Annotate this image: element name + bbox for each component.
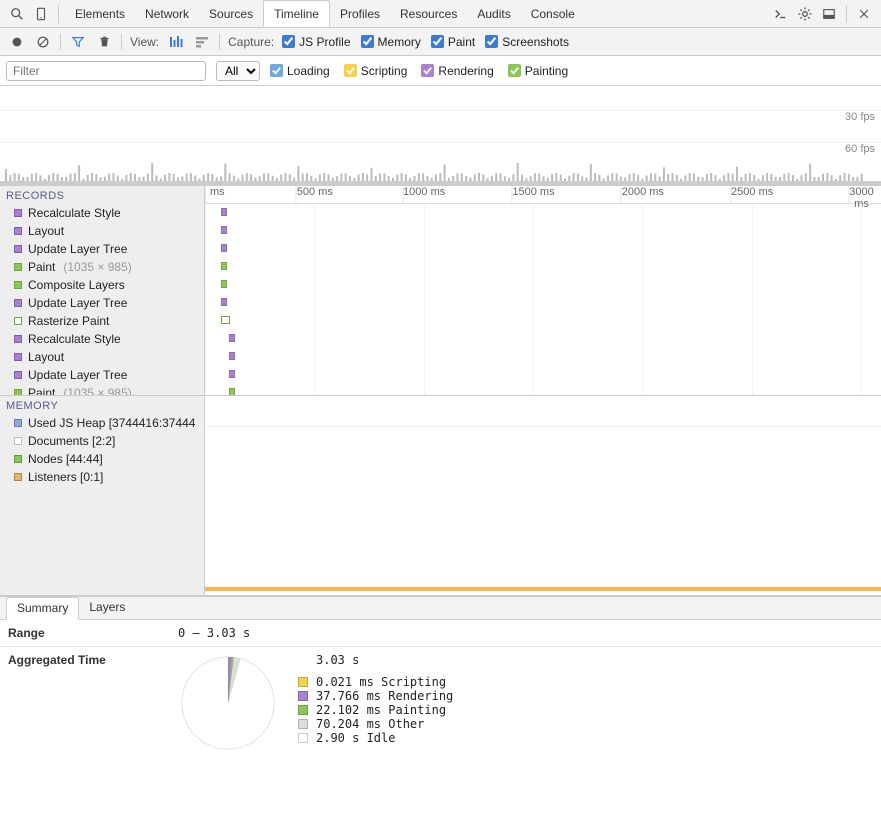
memory-header: MEMORY — [0, 396, 204, 414]
category-painting[interactable]: Painting — [508, 64, 568, 78]
timeline-bar[interactable] — [229, 388, 235, 395]
timeline-bar[interactable] — [229, 334, 235, 342]
filter-input[interactable] — [6, 61, 206, 81]
record-item[interactable]: Update Layer Tree — [0, 366, 204, 384]
timeline-ruler: ms500 ms1000 ms1500 ms2000 ms2500 ms3000… — [205, 186, 881, 204]
aggregated-time-pie-chart — [178, 653, 278, 753]
record-icon[interactable] — [8, 33, 26, 51]
close-icon[interactable] — [853, 3, 875, 25]
record-item[interactable]: Layout — [0, 348, 204, 366]
record-item[interactable]: Recalculate Style — [0, 204, 204, 222]
tab-console[interactable]: Console — [521, 0, 585, 27]
record-item[interactable]: Layout — [0, 222, 204, 240]
record-item[interactable]: Composite Layers — [0, 276, 204, 294]
gear-icon[interactable] — [794, 3, 816, 25]
tab-timeline[interactable]: Timeline — [263, 0, 330, 27]
category-loading[interactable]: Loading — [270, 64, 330, 78]
record-item[interactable]: Recalculate Style — [0, 330, 204, 348]
overview-strip[interactable]: 30 fps 60 fps — [0, 86, 881, 186]
timeline-bar[interactable] — [229, 370, 235, 378]
legend-row: 2.90 s Idle — [298, 731, 453, 745]
total-time: 3.03 s — [316, 653, 359, 667]
category-rendering[interactable]: Rendering — [421, 64, 493, 78]
record-item[interactable]: Rasterize Paint — [0, 312, 204, 330]
bottom-tab-summary[interactable]: Summary — [6, 597, 79, 620]
capture-screenshots[interactable]: Screenshots — [485, 35, 569, 49]
memory-item[interactable]: Listeners [0:1] — [0, 468, 204, 486]
console-drawer-icon[interactable] — [770, 3, 792, 25]
legend-row: 22.102 ms Painting — [298, 703, 453, 717]
filter-icon[interactable] — [69, 33, 87, 51]
legend-row: 37.766 ms Rendering — [298, 689, 453, 703]
fps-30-label: 30 fps — [0, 110, 881, 123]
memory-item[interactable]: Used JS Heap [3744416:37444 — [0, 414, 204, 432]
tab-network[interactable]: Network — [135, 0, 199, 27]
tab-audits[interactable]: Audits — [467, 0, 520, 27]
timeline-bar[interactable] — [221, 262, 227, 270]
timeline-toolbar: View: Capture: JS Profile Memory Paint Scre… — [0, 28, 881, 56]
timeline-bar[interactable] — [221, 226, 227, 234]
filter-row: All Loading Scripting Rendering Painting — [0, 56, 881, 86]
tab-profiles[interactable]: Profiles — [330, 0, 390, 27]
device-mode-icon[interactable] — [30, 3, 52, 25]
category-scripting[interactable]: Scripting — [344, 64, 408, 78]
range-value: 0 – 3.03 s — [170, 620, 881, 646]
timeline-bar[interactable] — [221, 208, 227, 216]
record-item[interactable]: Paint(1035 × 985) — [0, 384, 204, 395]
range-key: Range — [0, 620, 170, 646]
memory-item[interactable]: Documents [2:2] — [0, 432, 204, 450]
view-waterfall-icon[interactable] — [167, 33, 185, 51]
capture-memory[interactable]: Memory — [361, 35, 421, 49]
records-timeline-pane[interactable]: ms500 ms1000 ms1500 ms2000 ms2500 ms3000… — [205, 186, 881, 395]
capture-js-profile[interactable]: JS Profile — [282, 35, 350, 49]
memory-chart-pane[interactable] — [205, 396, 881, 595]
devtools-tab-strip: ElementsNetworkSourcesTimelineProfilesRe… — [0, 0, 881, 28]
aggregated-time-key: Aggregated Time — [0, 647, 170, 673]
timeline-bar[interactable] — [221, 244, 227, 252]
dock-position-icon[interactable] — [818, 3, 840, 25]
tab-elements[interactable]: Elements — [65, 0, 135, 27]
timeline-bar[interactable] — [221, 298, 227, 306]
memory-section: MEMORY Used JS Heap [3744416:37444Docume… — [0, 396, 881, 596]
filter-type-select[interactable]: All — [216, 61, 260, 81]
tab-resources[interactable]: Resources — [390, 0, 467, 27]
capture-label: Capture: — [228, 35, 274, 49]
timeline-bar[interactable] — [221, 280, 227, 288]
records-side-panel: RECORDS Recalculate StyleLayoutUpdate La… — [0, 186, 205, 395]
bottom-tab-strip: SummaryLayers — [0, 596, 881, 620]
clear-icon[interactable] — [34, 33, 52, 51]
tab-sources[interactable]: Sources — [199, 0, 263, 27]
memory-item[interactable]: Nodes [44:44] — [0, 450, 204, 468]
record-item[interactable]: Paint(1035 × 985) — [0, 258, 204, 276]
view-flame-icon[interactable] — [193, 33, 211, 51]
summary-panel: Range 0 – 3.03 s Aggregated Time 3.03 s … — [0, 620, 881, 819]
aggregated-time-legend: 3.03 s 0.021 ms Scripting37.766 ms Rende… — [298, 653, 453, 745]
timeline-bar[interactable] — [221, 316, 230, 324]
record-item[interactable]: Update Layer Tree — [0, 294, 204, 312]
records-section: RECORDS Recalculate StyleLayoutUpdate La… — [0, 186, 881, 396]
legend-row: 0.021 ms Scripting — [298, 675, 453, 689]
garbage-collect-icon[interactable] — [95, 33, 113, 51]
search-icon[interactable] — [6, 3, 28, 25]
memory-listeners-strip — [205, 587, 881, 591]
capture-paint[interactable]: Paint — [431, 35, 475, 49]
bottom-tab-layers[interactable]: Layers — [79, 597, 135, 619]
legend-row: 70.204 ms Other — [298, 717, 453, 731]
timeline-bar[interactable] — [229, 352, 235, 360]
fps-60-label: 60 fps — [0, 142, 881, 155]
memory-side-panel: MEMORY Used JS Heap [3744416:37444Docume… — [0, 396, 205, 595]
records-header: RECORDS — [0, 186, 204, 204]
view-label: View: — [130, 35, 159, 49]
record-item[interactable]: Update Layer Tree — [0, 240, 204, 258]
